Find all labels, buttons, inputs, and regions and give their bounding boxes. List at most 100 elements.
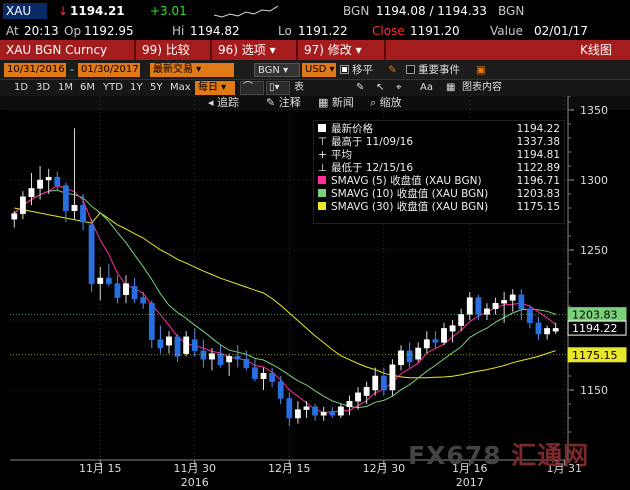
legend-high: ⊤ 最高于 11/09/16 — [318, 136, 413, 148]
events-label: 重要事件 — [418, 64, 460, 76]
pencil-icon[interactable]: ✎ — [356, 81, 364, 95]
candle-body — [166, 336, 172, 346]
candle-body — [191, 339, 198, 352]
quote-source: BGN — [343, 4, 370, 18]
sparkline-icon — [214, 5, 278, 18]
chart-content-label[interactable]: 图表内容 — [462, 81, 502, 95]
candle-body — [406, 350, 413, 363]
candle-body — [441, 328, 447, 343]
candle-body — [509, 294, 516, 301]
move-label: 移平 — [352, 64, 373, 76]
candle-body — [226, 356, 233, 363]
candle-body — [535, 322, 542, 335]
table-icon[interactable]: ▦ — [446, 81, 455, 95]
source-select[interactable]: BGN ▾ — [254, 63, 300, 77]
down-arrow-icon: ↓ — [58, 4, 69, 18]
range-max[interactable]: Max — [170, 81, 191, 95]
events-icon[interactable]: ▣ — [476, 63, 486, 77]
legend-high-value: 1337.38 — [516, 136, 560, 148]
candle-body — [234, 356, 241, 360]
candle-chart-icon[interactable]: ▯▾ — [266, 81, 290, 95]
candle-body — [501, 300, 508, 304]
function-bar: XAU BGN Curncy 99) 比较 96) 选项 ▾ 97) 修改 ▾ … — [0, 40, 630, 60]
value-date: 02/01/17 — [534, 24, 588, 38]
candle-body — [432, 339, 439, 343]
range-1d[interactable]: 1D — [14, 81, 28, 95]
text-icon[interactable]: Aa — [420, 81, 433, 95]
date-tick-label: 11月 30 — [174, 462, 217, 475]
candle-body — [294, 409, 301, 419]
end-date-field[interactable]: 01/30/2017 — [78, 63, 140, 77]
range-3d[interactable]: 3D — [36, 81, 50, 95]
price-tick-label: 1300 — [580, 174, 608, 187]
options-menu[interactable]: 96) 选项 ▾ — [218, 42, 276, 58]
controls-bar: 10/31/2016 - 01/30/2017 最新交易 ▾ BGN ▾ USD… — [0, 60, 630, 80]
candle-body — [71, 204, 78, 212]
candle-body — [105, 277, 112, 284]
candle-body — [303, 406, 310, 410]
crosshair-icon[interactable]: ⌖ — [396, 81, 402, 95]
price-tag-label: 1194.22 — [572, 322, 618, 335]
currency-select[interactable]: USD ▾ — [302, 63, 336, 77]
low-value: 1191.22 — [298, 24, 348, 38]
date-tick-label: 12月 15 — [268, 462, 311, 475]
pencil-icon[interactable]: ✎ — [388, 63, 397, 77]
candle-body — [458, 314, 465, 326]
price-tick-label: 1250 — [580, 244, 608, 257]
candle-body — [312, 406, 318, 416]
candle-body — [544, 328, 551, 335]
compare-button[interactable]: 99) 比较 — [142, 42, 190, 58]
year-label: 2016 — [181, 476, 209, 489]
candle-body — [45, 176, 52, 181]
candle-body — [11, 213, 18, 220]
candle-body — [19, 196, 26, 214]
range-1m[interactable]: 1M — [58, 81, 73, 95]
candle-body — [174, 336, 181, 357]
range-ytd[interactable]: YTD — [103, 81, 123, 95]
legend-average: + 平均 — [318, 149, 352, 161]
ticker-label[interactable]: XAU BGN Curncy — [6, 42, 107, 58]
candle-body — [148, 302, 155, 340]
legend-ma10-value: 1203.83 — [516, 188, 560, 200]
candle-body — [389, 364, 396, 391]
candle-body — [527, 308, 533, 324]
pointer-icon[interactable]: ↖ — [376, 81, 384, 95]
period-select[interactable]: 最新交易 ▾ — [150, 63, 234, 77]
high-label: Hi — [172, 24, 185, 38]
candle-body — [37, 179, 43, 189]
candle-body — [346, 400, 353, 408]
range-6m[interactable]: 6M — [80, 81, 95, 95]
candle-body — [492, 302, 499, 310]
legend-average-value: 1194.81 — [516, 149, 560, 161]
line-chart-icon[interactable]: ⌒ — [240, 81, 264, 95]
candle-body — [260, 372, 267, 380]
at-label: At — [6, 24, 19, 38]
candle-body — [372, 375, 379, 391]
range-1y[interactable]: 1Y — [130, 81, 142, 95]
candle-body — [355, 392, 361, 402]
open-label: Op — [64, 24, 82, 38]
chart-type-label[interactable]: 表 — [294, 81, 304, 95]
candle-body — [449, 325, 456, 332]
high-value: 1194.82 — [190, 24, 240, 38]
candle-body — [28, 188, 35, 198]
candle-body — [269, 372, 276, 382]
start-date-field[interactable]: 10/31/2016 — [4, 63, 66, 77]
frequency-select[interactable]: 每日 ▾ — [195, 81, 235, 95]
candle-body — [380, 375, 387, 391]
range-5y[interactable]: 5Y — [150, 81, 162, 95]
edit-menu[interactable]: 97) 修改 ▾ — [304, 42, 362, 58]
separator — [210, 40, 212, 60]
candle-body — [475, 297, 482, 315]
move-checkbox[interactable] — [340, 65, 349, 74]
candle-body — [88, 224, 95, 284]
price-tag-label: 1175.15 — [572, 349, 618, 362]
candle-body — [363, 386, 370, 396]
quote-source-2: BGN — [498, 4, 525, 18]
candle-body — [286, 398, 293, 419]
events-checkbox[interactable] — [406, 65, 415, 74]
candle-body — [277, 381, 284, 399]
ma30-series — [14, 207, 556, 379]
candle-body — [123, 283, 129, 296]
symbol-box[interactable]: XAU — [3, 3, 47, 19]
